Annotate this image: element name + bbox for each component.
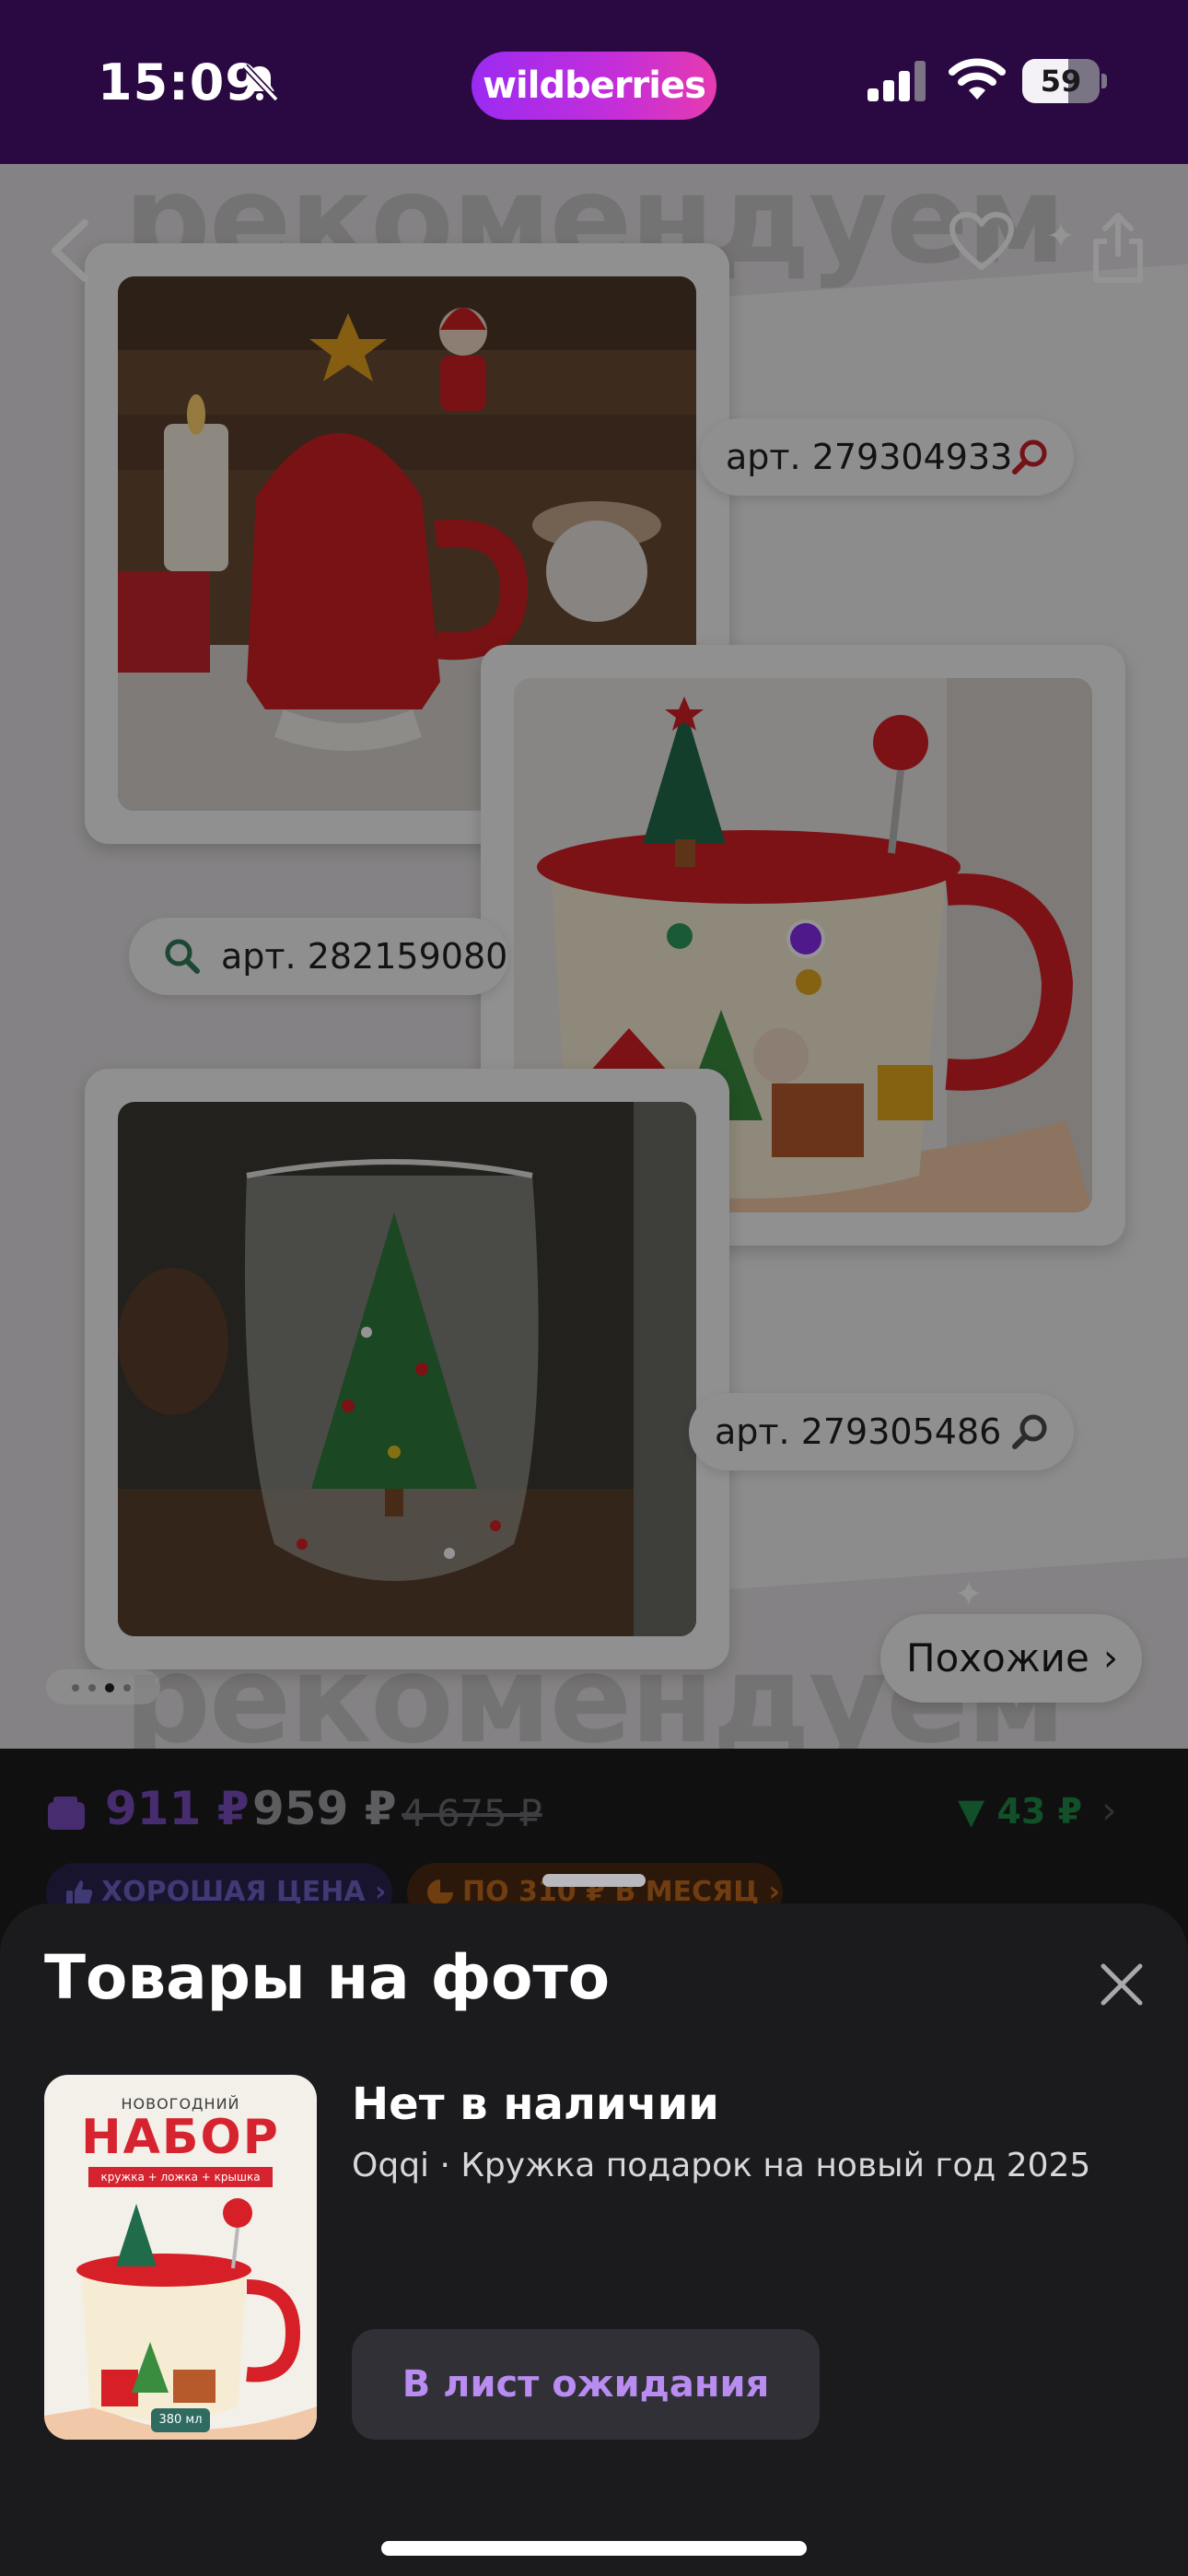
bell-slash-icon — [242, 64, 279, 102]
share-icon[interactable] — [1089, 210, 1147, 284]
sheet-title: Товары на фото — [44, 1942, 611, 2013]
home-indicator — [381, 2541, 807, 2556]
battery-level: 59 — [1040, 64, 1082, 99]
products-in-photo-sheet: Товары на фото НОВОГОДНИЙ НАБОР кружка +… — [0, 1903, 1188, 2576]
article-pill[interactable]: арт. 282159080 — [129, 918, 508, 995]
close-icon[interactable] — [1096, 1959, 1147, 2010]
triangle-down-icon: ▼ — [958, 1791, 985, 1832]
search-icon — [1012, 439, 1047, 474]
sparkle-decoration: ✦ — [1046, 216, 1076, 256]
price-drop[interactable]: ▼ 43 ₽ — [958, 1791, 1082, 1832]
sheet-grabber[interactable] — [542, 1874, 646, 1887]
search-icon — [165, 939, 200, 974]
battery-icon: 59 — [1022, 59, 1107, 103]
search-icon — [1012, 1414, 1047, 1449]
status-bar: 15:09 wildberries 59 — [0, 0, 1188, 164]
cellular-signal-icon — [868, 61, 926, 101]
article-pill[interactable]: арт. 279304933 — [700, 418, 1074, 496]
chevron-right-icon: › — [1101, 1787, 1117, 1832]
old-price: 4 675 ₽ — [402, 1793, 542, 1835]
status-time: 15:09 — [98, 53, 261, 111]
availability-status: Нет в наличии — [352, 2078, 719, 2130]
back-arrow-icon[interactable] — [44, 214, 96, 287]
similar-button[interactable]: Похожие › — [880, 1614, 1142, 1703]
gallery-photo-card[interactable] — [85, 1069, 729, 1669]
wallet-price: 911 ₽ — [105, 1782, 250, 1835]
current-price: 959 ₽ — [252, 1782, 397, 1835]
glass-tree-photo — [118, 1102, 696, 1636]
product-gallery[interactable]: рекомендуем рекомендуем арт. 279304933 а… — [0, 164, 1188, 1749]
selected-marker — [786, 919, 825, 958]
article-pill[interactable]: арт. 279305486 — [689, 1393, 1074, 1470]
chevron-right-icon: › — [1103, 1637, 1118, 1680]
product-thumbnail[interactable]: НОВОГОДНИЙ НАБОР кружка + ложка + крышка… — [44, 2075, 317, 2440]
wallet-icon — [48, 1797, 85, 1830]
sparkle-decoration: ✦ — [954, 1574, 984, 1614]
wifi-icon — [949, 58, 1006, 100]
heart-icon[interactable] — [949, 212, 1015, 273]
brand-logo: wildberries — [472, 52, 716, 120]
product-name[interactable]: Oqqi · Кружка подарок на новый год 2025 — [352, 2147, 1090, 2184]
mug-thumbnail-image — [44, 2198, 317, 2440]
gallery-pagination — [46, 1669, 160, 1704]
add-to-waitlist-button[interactable]: В лист ожидания — [352, 2329, 820, 2440]
